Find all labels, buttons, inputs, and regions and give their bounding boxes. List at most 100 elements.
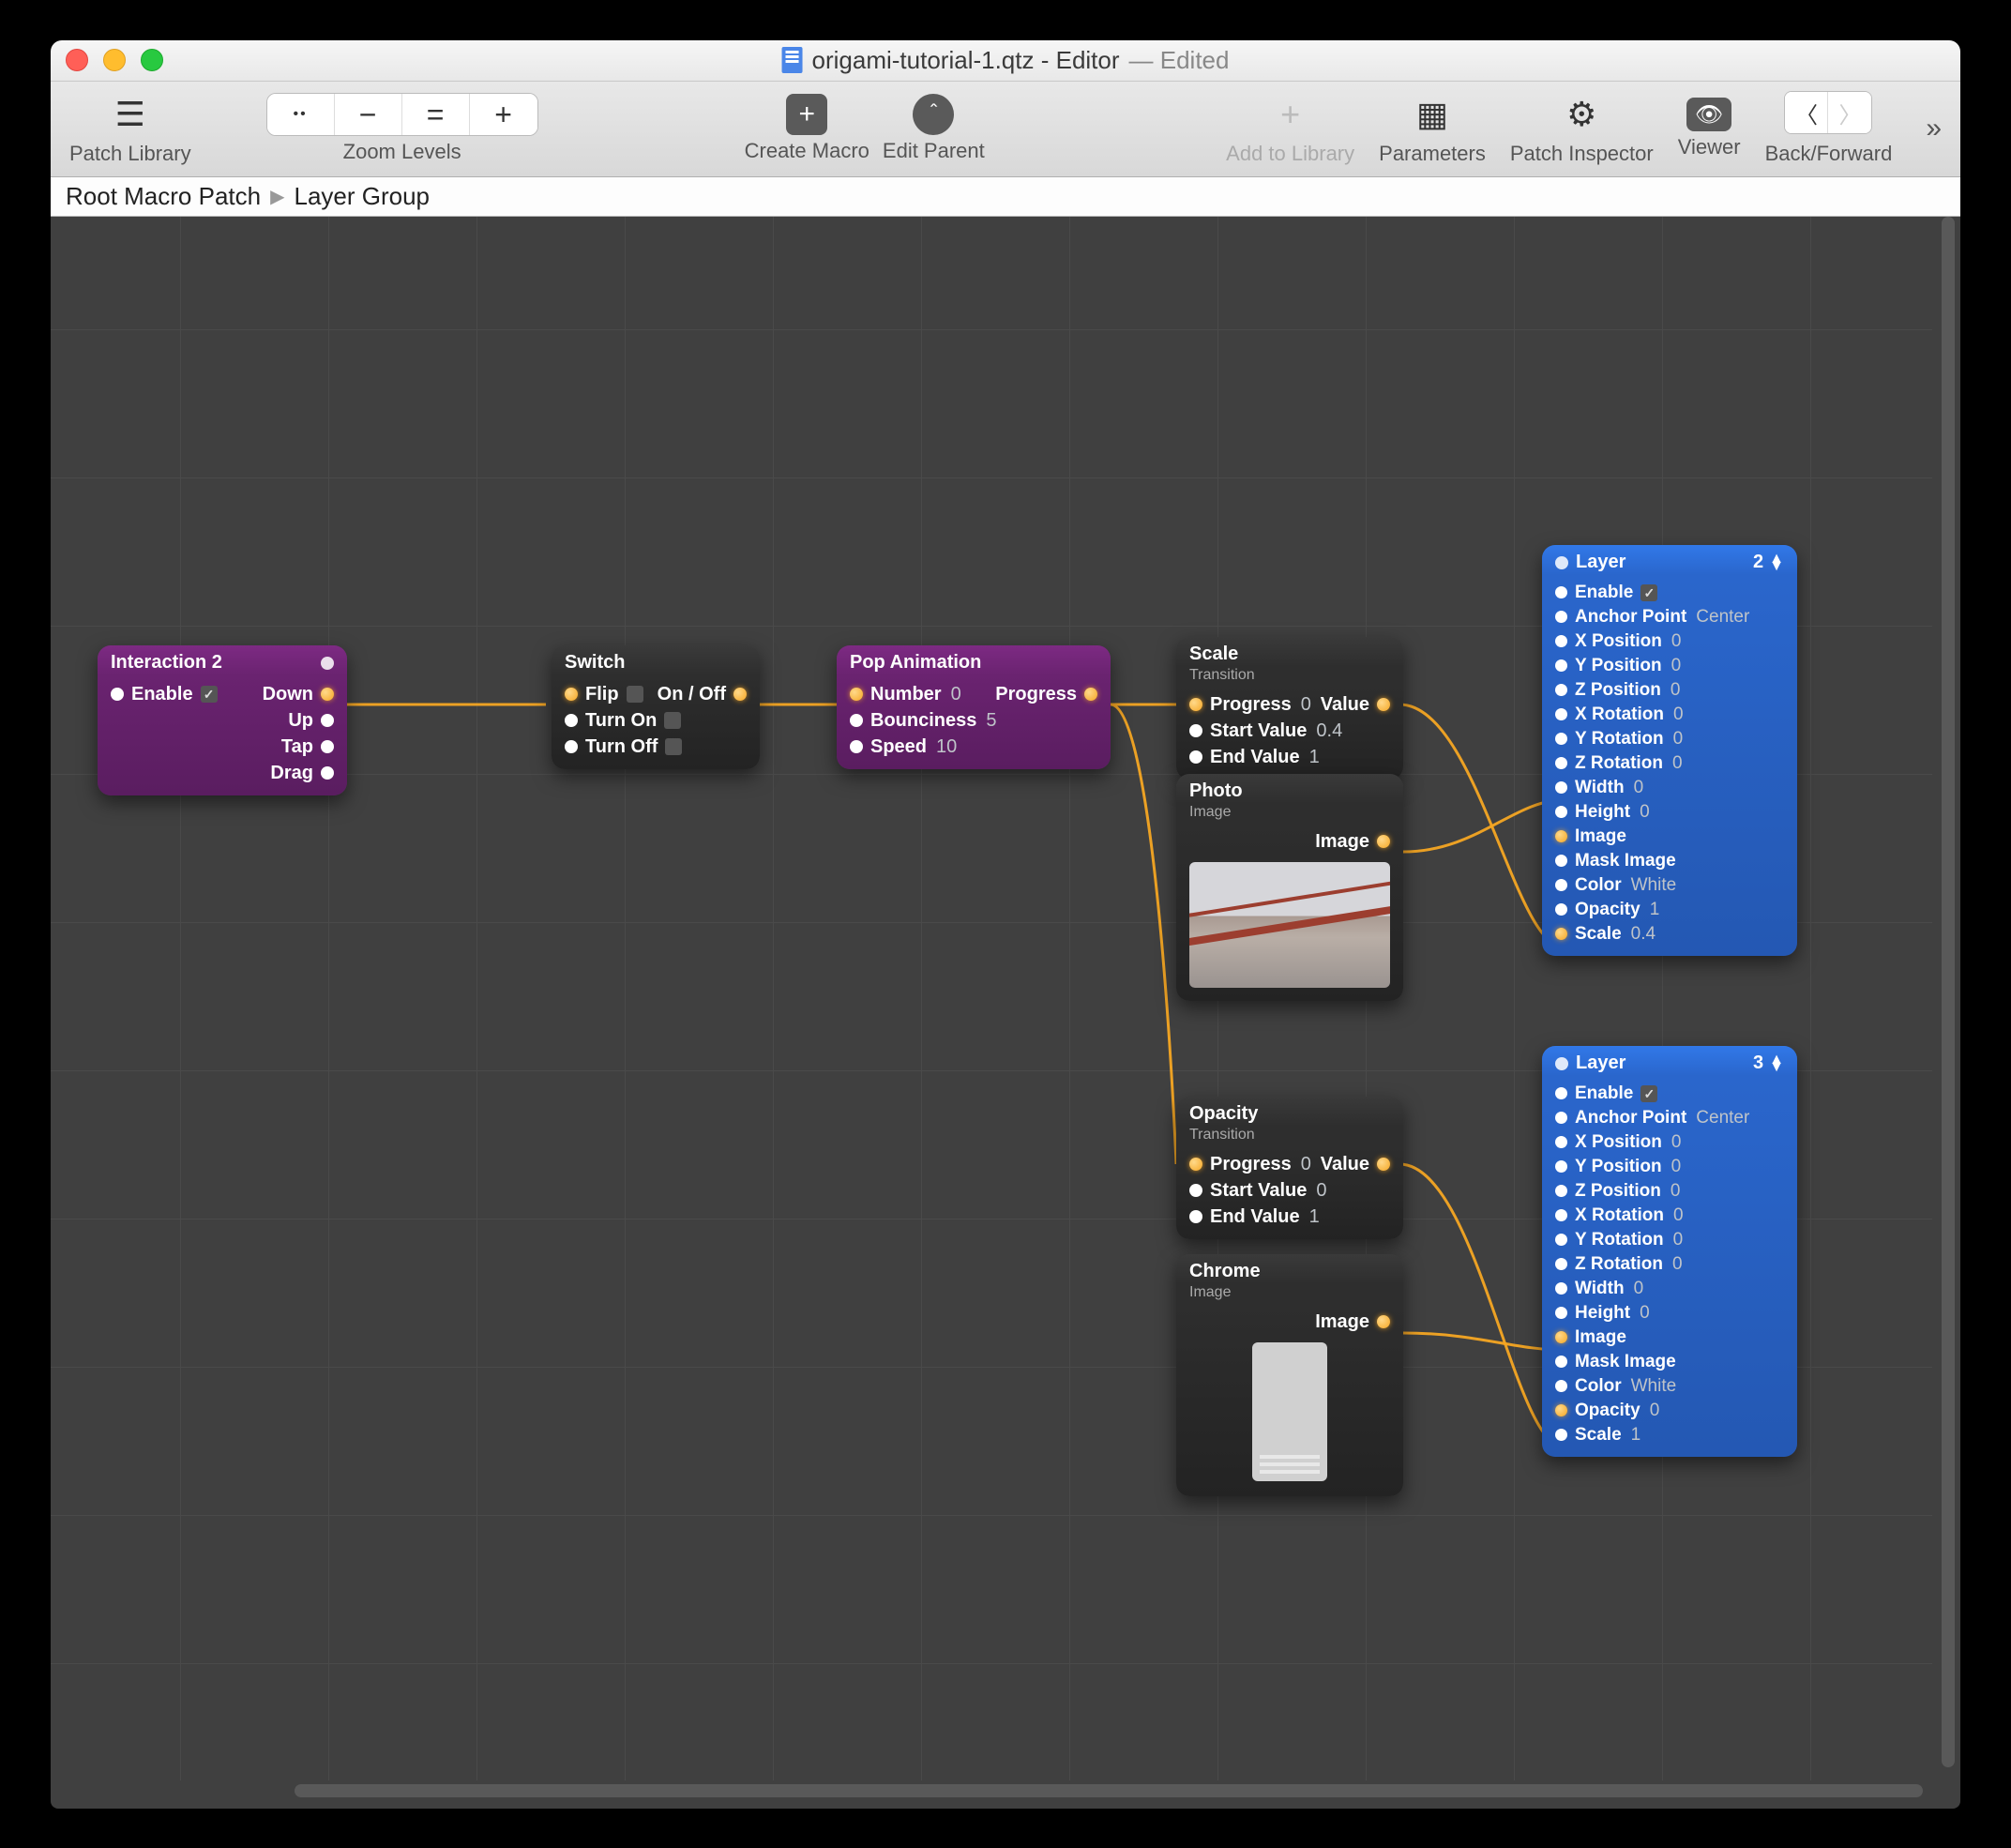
- port-height[interactable]: [1555, 1307, 1567, 1319]
- output-port-tap[interactable]: [321, 740, 334, 753]
- node-interaction-2[interactable]: Interaction 2 EnableDown Up Tap Drag: [98, 645, 347, 795]
- input-port-progress[interactable]: [1189, 1158, 1202, 1171]
- port-zrot[interactable]: [1555, 757, 1567, 769]
- port-xrot[interactable]: [1555, 708, 1567, 720]
- overflow-icon[interactable]: »: [1926, 113, 1942, 144]
- output-port[interactable]: [321, 657, 334, 670]
- port-xpos[interactable]: [1555, 1136, 1567, 1148]
- output-port-up[interactable]: [321, 714, 334, 727]
- zoom-fit-button[interactable]: ••: [267, 94, 335, 135]
- node-title: Scale: [1189, 644, 1238, 665]
- breadcrumb-current[interactable]: Layer Group: [294, 182, 430, 211]
- edit-parent-button[interactable]: ＾ Edit Parent: [883, 94, 985, 163]
- node-layer-3[interactable]: Layer 3▲▼ Enable Anchor PointCenter X Po…: [1542, 1046, 1797, 1457]
- input-port[interactable]: [111, 688, 124, 701]
- fullscreen-icon[interactable]: [141, 49, 163, 71]
- titlebar[interactable]: origami-tutorial-1.qtz - Editor — Edited: [51, 40, 1960, 82]
- port-xpos[interactable]: [1555, 635, 1567, 647]
- input-port-progress[interactable]: [1189, 698, 1202, 711]
- port-enable[interactable]: [1555, 586, 1567, 598]
- output-port-progress[interactable]: [1084, 688, 1097, 701]
- port-opacity[interactable]: [1555, 1404, 1567, 1416]
- output-port-onoff[interactable]: [733, 688, 747, 701]
- port-ypos[interactable]: [1555, 659, 1567, 672]
- node-layer-2[interactable]: Layer 2▲▼ Enable Anchor PointCenter X Po…: [1542, 545, 1797, 956]
- output-port-down[interactable]: [321, 688, 334, 701]
- turnon-checkbox[interactable]: [664, 712, 681, 729]
- port-height[interactable]: [1555, 806, 1567, 818]
- port-image[interactable]: [1555, 1331, 1567, 1343]
- breadcrumb-root[interactable]: Root Macro Patch: [66, 182, 261, 211]
- output-port-value[interactable]: [1377, 698, 1390, 711]
- input-port[interactable]: [1555, 1057, 1568, 1070]
- node-pop-animation[interactable]: Pop Animation Number0Progress Bounciness…: [837, 645, 1111, 769]
- port-anchor[interactable]: [1555, 1112, 1567, 1124]
- stepper-icon[interactable]: ▲▼: [1769, 1056, 1784, 1071]
- input-port-speed[interactable]: [850, 740, 863, 753]
- node-chrome[interactable]: Chrome Image Image: [1176, 1254, 1403, 1496]
- back-button[interactable]: 〈: [1785, 92, 1828, 133]
- port-width[interactable]: [1555, 1282, 1567, 1295]
- minimize-icon[interactable]: [103, 49, 126, 71]
- stepper-icon[interactable]: ▲▼: [1769, 555, 1784, 570]
- viewer-button[interactable]: 👁 Viewer: [1678, 98, 1741, 159]
- input-port-start[interactable]: [1189, 1184, 1202, 1197]
- canvas[interactable]: Interaction 2 EnableDown Up Tap Drag Swi…: [51, 217, 1932, 1780]
- port-xrot[interactable]: [1555, 1209, 1567, 1221]
- input-port-end[interactable]: [1189, 1210, 1202, 1223]
- input-port-number[interactable]: [850, 688, 863, 701]
- port-color[interactable]: [1555, 1380, 1567, 1392]
- port-scale[interactable]: [1555, 928, 1567, 940]
- enable-checkbox[interactable]: [1641, 584, 1657, 601]
- node-photo[interactable]: Photo Image Image: [1176, 774, 1403, 1001]
- output-port-drag[interactable]: [321, 766, 334, 780]
- input-port-turnon[interactable]: [565, 714, 578, 727]
- port-mask[interactable]: [1555, 1356, 1567, 1368]
- port-enable[interactable]: [1555, 1087, 1567, 1099]
- vertical-scrollbar[interactable]: [1942, 217, 1955, 1767]
- node-scale[interactable]: Scale Transition Progress0Value Start Va…: [1176, 637, 1403, 780]
- input-port-flip[interactable]: [565, 688, 578, 701]
- zoom-in-button[interactable]: +: [470, 94, 537, 135]
- zoom-out-button[interactable]: −: [335, 94, 402, 135]
- port-scale[interactable]: [1555, 1429, 1567, 1441]
- turnoff-checkbox[interactable]: [665, 738, 682, 755]
- patch-library-button[interactable]: ☰ Patch Library: [69, 91, 191, 166]
- horizontal-scrollbar[interactable]: [295, 1784, 1923, 1797]
- node-switch[interactable]: Switch FlipOn / Off Turn On Turn Off: [552, 645, 760, 769]
- output-port-image[interactable]: [1377, 835, 1390, 848]
- port-mask[interactable]: [1555, 855, 1567, 867]
- port-yrot[interactable]: [1555, 1234, 1567, 1246]
- create-macro-button[interactable]: + Create Macro: [745, 94, 869, 163]
- node-title: Layer: [1576, 1053, 1625, 1074]
- close-icon[interactable]: [66, 49, 88, 71]
- plus-icon: +: [1263, 91, 1319, 138]
- output-port-value[interactable]: [1377, 1158, 1390, 1171]
- enable-checkbox[interactable]: [201, 686, 218, 703]
- port-anchor[interactable]: [1555, 611, 1567, 623]
- enable-checkbox[interactable]: [1641, 1085, 1657, 1102]
- zoom-actual-button[interactable]: =: [402, 94, 470, 135]
- port-image[interactable]: [1555, 830, 1567, 842]
- port-zrot[interactable]: [1555, 1258, 1567, 1270]
- input-port-turnoff[interactable]: [565, 740, 578, 753]
- port-zpos[interactable]: [1555, 1185, 1567, 1197]
- patch-inspector-button[interactable]: ⚙ Patch Inspector: [1510, 91, 1654, 166]
- document-icon: [782, 47, 803, 73]
- port-width[interactable]: [1555, 781, 1567, 794]
- zoom-levels-group: •• − = + Zoom Levels: [266, 93, 538, 164]
- port-opacity[interactable]: [1555, 903, 1567, 916]
- input-port-end[interactable]: [1189, 750, 1202, 764]
- port-yrot[interactable]: [1555, 733, 1567, 745]
- port-ypos[interactable]: [1555, 1160, 1567, 1173]
- parameters-button[interactable]: ▦ Parameters: [1379, 91, 1486, 166]
- node-opacity[interactable]: Opacity Transition Progress0Value Start …: [1176, 1097, 1403, 1239]
- input-port[interactable]: [1555, 556, 1568, 569]
- input-port-bounciness[interactable]: [850, 714, 863, 727]
- output-port-image[interactable]: [1377, 1315, 1390, 1328]
- input-port-start[interactable]: [1189, 724, 1202, 737]
- port-color[interactable]: [1555, 879, 1567, 891]
- flip-checkbox[interactable]: [627, 686, 643, 703]
- node-title: Switch: [565, 652, 625, 674]
- port-zpos[interactable]: [1555, 684, 1567, 696]
